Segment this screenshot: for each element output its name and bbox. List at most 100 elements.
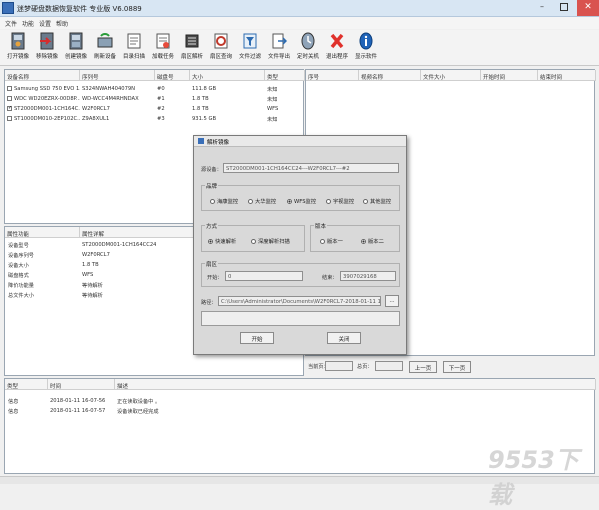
radio-icon (248, 199, 253, 204)
open-image-icon (11, 32, 25, 50)
window-title: 迷梦硬盘数据恢复软件 专业版 V6.0889 (17, 5, 142, 13)
brand-radio-wfs[interactable]: WFS监控 (287, 197, 316, 205)
brand-radio-dahua[interactable]: 大华监控 (248, 197, 276, 205)
col-video-name[interactable]: 视频名称 (359, 70, 421, 81)
col-log-type[interactable]: 类型 (5, 379, 48, 390)
sector-query-label: 扇区查询 (209, 54, 232, 60)
version-radio-two[interactable]: 版本二 (361, 237, 384, 245)
open-image-button[interactable]: 打开镜像 (5, 32, 31, 64)
device-checkbox[interactable] (7, 86, 12, 91)
brand-group: 品牌 海康监控 大华监控 WFS监控 宇视监控 其他监控 (201, 182, 400, 211)
device-row[interactable]: Samsung SSD 750 EVO 1... S324NWAH404079N… (5, 84, 303, 94)
device-checkbox[interactable]: ✓ (7, 106, 12, 111)
device-disk: #3 (157, 116, 165, 122)
version-radio-one[interactable]: 版本一 (320, 237, 343, 245)
col-disk[interactable]: 磁盘号 (155, 70, 190, 81)
sector-start-field[interactable]: 0 (225, 271, 303, 281)
file-filter-button[interactable]: 文件过滤 (237, 32, 263, 64)
device-disk: #1 (157, 96, 165, 102)
log-type: 信息 (8, 409, 19, 415)
current-page-field[interactable] (325, 361, 353, 371)
load-task-icon (156, 33, 170, 49)
browse-button[interactable]: ... (385, 295, 399, 307)
close-button[interactable]: 关闭 (327, 332, 361, 344)
col-serial[interactable]: 序列号 (80, 70, 155, 81)
brand-radio-hikvision[interactable]: 海康监控 (210, 197, 238, 205)
exit-button[interactable]: 退出程序 (324, 32, 350, 64)
col-size[interactable]: 大小 (190, 70, 265, 81)
radio-icon (210, 199, 215, 204)
timer-shutdown-button[interactable]: 定时关机 (295, 32, 321, 64)
menu-function[interactable]: 功能 (22, 19, 34, 28)
col-end-time[interactable]: 结束时间 (538, 70, 596, 81)
menu-bar: 文件 功能 设置 帮助 (0, 17, 599, 29)
col-log-desc[interactable]: 描述 (115, 379, 596, 390)
minimize-button[interactable]: – (540, 3, 550, 12)
total-page-field[interactable] (375, 361, 403, 371)
device-row[interactable]: ST1000DM010-2EP102C... Z9A8XUL1 #3 931.5… (5, 114, 303, 124)
property-key: 磁盘格式 (8, 273, 29, 279)
directory-scan-icon (127, 33, 141, 49)
device-row[interactable]: ✓ ST2000DM001-1CH164C... W2F0RCL7 #2 1.8… (5, 104, 303, 114)
device-disk: #0 (157, 86, 165, 92)
remove-image-button[interactable]: 移除镜像 (34, 32, 60, 64)
device-serial: S324NWAH404079N (82, 86, 136, 92)
property-key: 设备大小 (8, 263, 29, 269)
menu-help[interactable]: 帮助 (56, 19, 68, 28)
menu-settings[interactable]: 设置 (39, 19, 51, 28)
prev-page-button[interactable]: 上一页 (409, 361, 437, 373)
refresh-device-button[interactable]: 刷新设备 (92, 32, 118, 64)
device-checkbox[interactable] (7, 116, 12, 121)
brand-group-label: 品牌 (205, 182, 219, 190)
col-device-name[interactable]: 设备名称 (5, 70, 80, 81)
device-serial: W2F0RCL7 (82, 106, 110, 112)
remove-image-icon (40, 32, 54, 50)
file-export-button[interactable]: 文件导出 (266, 32, 292, 64)
next-page-button[interactable]: 下一页 (443, 361, 471, 373)
directory-scan-button[interactable]: 目录扫描 (121, 32, 147, 64)
toolbar: 打开镜像 移除镜像 创建镜像 刷新设备 目录扫描 加载任务 扇区解析 扇区查询 … (0, 30, 599, 66)
maximize-button[interactable] (560, 3, 568, 11)
col-log-time[interactable]: 时间 (48, 379, 115, 390)
sector-query-button[interactable]: 扇区查询 (208, 32, 234, 64)
mode-radio-deep[interactable]: 深度解析扫描 (251, 237, 290, 245)
mode-group: 方式 快速解析 深度解析扫描 (201, 222, 305, 252)
menu-file[interactable]: 文件 (5, 19, 17, 28)
radio-icon (363, 199, 368, 204)
exit-label: 退出程序 (325, 54, 348, 60)
device-checkbox[interactable] (7, 96, 12, 101)
path-field[interactable]: C:\Users\Administrator\Documents\W2F0RCL… (218, 296, 381, 306)
property-value: 等待解析 (82, 283, 103, 289)
log-desc: 设备读取已经完成 (117, 409, 159, 415)
create-image-button[interactable]: 创建镜像 (63, 32, 89, 64)
close-window-button[interactable]: ✕ (577, 0, 599, 16)
col-property[interactable]: 属性功能 (5, 227, 80, 238)
device-serial: WD-WCC4M4RHNDAX (82, 96, 139, 102)
start-button[interactable]: 开始 (240, 332, 274, 344)
col-type[interactable]: 类型 (265, 70, 305, 81)
about-button[interactable]: 显示软件 (353, 32, 379, 64)
total-page-label: 总页： (357, 364, 373, 370)
property-key: 设备型号 (8, 243, 29, 249)
directory-scan-label: 目录扫描 (122, 54, 145, 60)
sector-end-label: 结束： (322, 275, 338, 281)
device-type: 未知 (267, 97, 278, 103)
brand-radio-uniview[interactable]: 宇视监控 (326, 197, 354, 205)
file-filter-label: 文件过滤 (238, 54, 261, 60)
timer-shutdown-icon (301, 32, 315, 50)
mode-radio-quick[interactable]: 快速解析 (208, 237, 236, 245)
col-index[interactable]: 序号 (306, 70, 359, 81)
col-start-time[interactable]: 开始时间 (481, 70, 538, 81)
exit-icon (330, 33, 344, 49)
sector-end-field[interactable]: 3907029168 (340, 271, 396, 281)
source-device-field[interactable]: ST2000DM001-1CH164CC24---W2F0RCL7---#2 (223, 163, 399, 173)
device-row[interactable]: WDC WD20EZRX-00D8P... WD-WCC4M4RHNDAX #1… (5, 94, 303, 104)
load-task-button[interactable]: 加载任务 (150, 32, 176, 64)
log-time: 2018-01-11 16-07-56 (50, 398, 106, 404)
device-name: ST2000DM001-1CH164C... (14, 106, 80, 112)
sector-parse-button[interactable]: 扇区解析 (179, 32, 205, 64)
mode-group-label: 方式 (205, 222, 219, 230)
brand-radio-other[interactable]: 其他监控 (363, 197, 391, 205)
col-file-size[interactable]: 文件大小 (421, 70, 481, 81)
device-size: 111.8 GB (192, 86, 217, 92)
